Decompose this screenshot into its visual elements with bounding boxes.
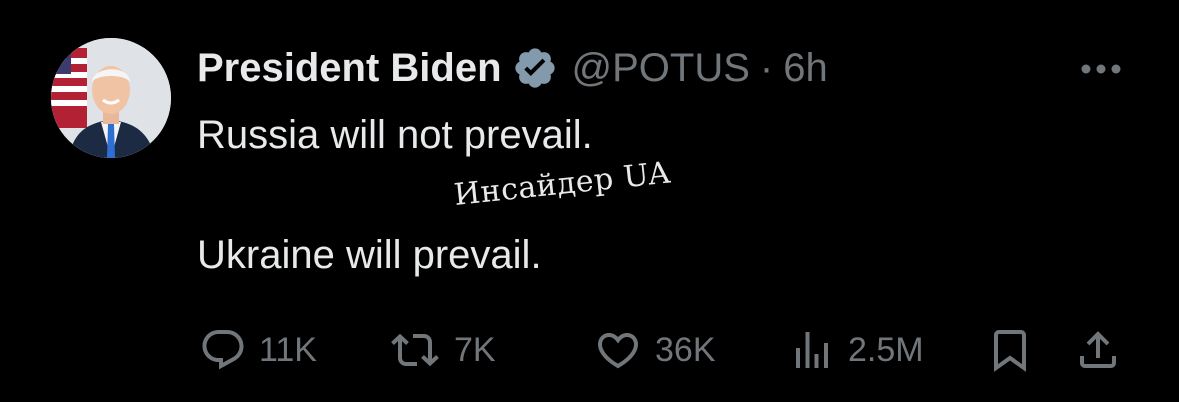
avatar-photo [51, 38, 171, 158]
watermark: Инсайдер UA [452, 155, 673, 213]
more-options-button[interactable] [1076, 54, 1126, 84]
tweet-text-line-1: Russia will not prevail. [197, 113, 593, 157]
repost-count: 7K [454, 330, 496, 369]
reply-count: 11K [259, 330, 317, 369]
like-button[interactable]: 36K [593, 322, 716, 378]
display-name[interactable]: President Biden [197, 46, 502, 91]
like-count: 36K [655, 330, 716, 369]
action-bar: 11K 7K 36K 2.5M [0, 322, 1179, 378]
reply-icon [202, 330, 244, 370]
share-icon [1080, 331, 1116, 368]
reply-button[interactable]: 11K [199, 322, 317, 378]
avatar[interactable] [51, 38, 171, 158]
separator-dot: · [759, 45, 774, 90]
bookmark-icon [994, 330, 1026, 372]
heart-icon [597, 333, 639, 369]
tweet-header: President Biden @POTUS · 6h [197, 40, 828, 96]
tweet-text-line-2: Ukraine will prevail. [197, 233, 542, 277]
repost-icon [391, 333, 439, 367]
verified-badge-icon[interactable] [512, 45, 558, 91]
more-dots-icon [1081, 64, 1121, 74]
bookmark-button[interactable] [986, 322, 1034, 378]
author-handle[interactable]: @POTUS [572, 46, 750, 91]
tweet-card: President Biden @POTUS · 6h Russia will … [0, 0, 1179, 402]
post-timestamp[interactable]: 6h [783, 46, 828, 91]
repost-button[interactable]: 7K [388, 322, 496, 378]
views-chart-icon [796, 332, 828, 368]
share-button[interactable] [1074, 322, 1122, 378]
views-count: 2.5M [848, 330, 924, 369]
views-button[interactable]: 2.5M [788, 322, 924, 378]
